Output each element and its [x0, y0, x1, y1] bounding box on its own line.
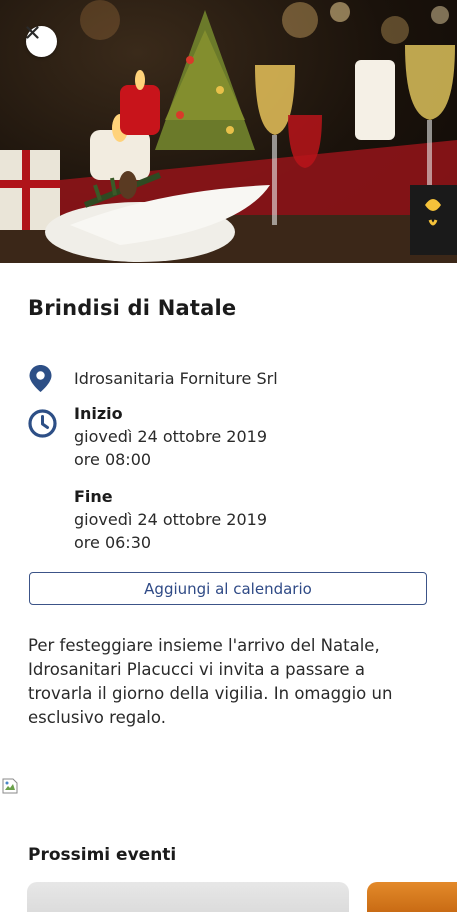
start-time: ore 08:00 [74, 450, 152, 469]
event-description: Per festeggiare insieme l'arrivo del Nat… [28, 636, 393, 727]
end-label: Fine [74, 487, 113, 506]
add-to-calendar-button[interactable]: Aggiungi al calendario [29, 572, 427, 605]
event-title: Brindisi di Natale [28, 296, 237, 320]
start-label: Inizio [74, 404, 123, 423]
upcoming-event-card[interactable] [367, 882, 457, 912]
event-location: Idrosanitaria Forniture Srl [74, 369, 278, 388]
upcoming-event-card[interactable] [27, 882, 349, 912]
start-date: giovedì 24 ottobre 2019 [74, 427, 267, 446]
close-button[interactable] [26, 26, 57, 57]
upcoming-events-title: Prossimi eventi [28, 845, 177, 865]
end-date: giovedì 24 ottobre 2019 [74, 510, 267, 529]
location-pin-icon [29, 365, 52, 392]
clock-icon [28, 409, 57, 438]
christmas-table-photo [0, 0, 457, 263]
end-time: ore 06:30 [74, 533, 152, 552]
broken-image-icon [2, 778, 18, 794]
event-hero-image [0, 0, 457, 263]
close-icon [26, 26, 39, 39]
